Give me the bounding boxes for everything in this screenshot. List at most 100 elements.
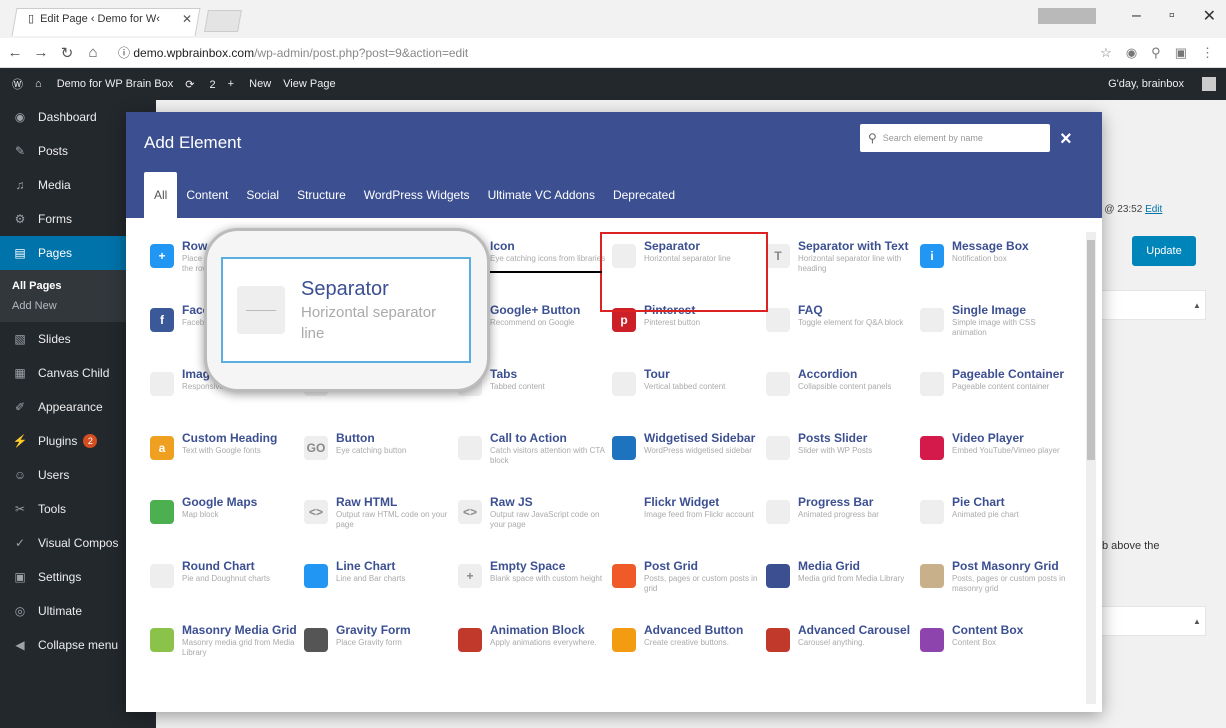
updates-link[interactable]: ⟳ 2 bbox=[185, 78, 215, 91]
element-card[interactable]: Media Grid Media grid from Media Library bbox=[760, 554, 914, 618]
element-card[interactable]: Gravity Form Place Gravity form bbox=[298, 618, 452, 682]
toggle-arrow-icon[interactable]: ▲ bbox=[1193, 617, 1201, 626]
menu-icon[interactable]: ⋮ bbox=[1201, 45, 1214, 61]
element-description: Pinterest button bbox=[644, 318, 701, 327]
camera-icon[interactable]: ◉ bbox=[1126, 45, 1137, 61]
element-card[interactable]: Widgetised Sidebar WordPress widgetised s… bbox=[606, 426, 760, 490]
sidebar-item-label: Plugins bbox=[38, 434, 78, 448]
element-card[interactable]: Post Masonry Grid Posts, pages or custom … bbox=[914, 554, 1068, 618]
minimize-icon[interactable]: – bbox=[1132, 7, 1141, 25]
element-card[interactable]: Line Chart Line and Bar charts bbox=[298, 554, 452, 618]
element-card[interactable]: FAQ Toggle element for Q&A block bbox=[760, 298, 914, 362]
element-icon bbox=[304, 628, 328, 652]
new-tab-button[interactable] bbox=[204, 10, 242, 32]
wordpress-logo-icon[interactable]: Ⓦ bbox=[12, 76, 23, 92]
maximize-icon[interactable]: ▫ bbox=[1169, 7, 1175, 25]
element-search-input[interactable]: ⚲ Search element by name bbox=[860, 124, 1050, 152]
element-description: Tabbed content bbox=[490, 382, 545, 391]
users-icon: ☺ bbox=[13, 468, 27, 482]
reload-icon[interactable]: ↻ bbox=[56, 44, 78, 62]
tab-wordpress-widgets[interactable]: WordPress Widgets bbox=[355, 172, 479, 218]
tab-deprecated[interactable]: Deprecated bbox=[604, 172, 684, 218]
account-menu[interactable]: G'day, brainbox bbox=[1096, 77, 1216, 91]
url-field[interactable]: ⓘ demo.wpbrainbox.com/wp-admin/post.php?… bbox=[118, 44, 1100, 61]
user-profile-badge[interactable] bbox=[1038, 8, 1097, 24]
element-card[interactable]: Accordion Collapsible content panels bbox=[760, 362, 914, 426]
toggle-arrow-icon[interactable]: ▲ bbox=[1193, 301, 1201, 310]
search-icon: ⚲ bbox=[868, 131, 877, 145]
element-card[interactable]: Pie Chart Animated pie chart bbox=[914, 490, 1068, 554]
back-icon[interactable]: ← bbox=[4, 44, 26, 61]
site-name-link[interactable]: ⌂ Demo for WP Brain Box bbox=[35, 78, 173, 90]
tab-content[interactable]: Content bbox=[177, 172, 237, 218]
forward-icon[interactable]: → bbox=[30, 44, 52, 61]
tab-all[interactable]: All bbox=[144, 172, 178, 218]
scrollbar[interactable] bbox=[1086, 232, 1096, 704]
update-button[interactable]: Update bbox=[1132, 236, 1196, 266]
tab-social[interactable]: Social bbox=[237, 172, 288, 218]
element-card[interactable]: Video Player Embed YouTube/Vimeo player bbox=[914, 426, 1068, 490]
element-card[interactable]: Single Image Simple image with CSS animat… bbox=[914, 298, 1068, 362]
sidebar-item-label: Posts bbox=[38, 144, 69, 158]
element-card[interactable]: Call to Action Catch visitors attention w… bbox=[452, 426, 606, 490]
element-card[interactable]: Round Chart Pie and Doughnut charts bbox=[144, 554, 298, 618]
element-card[interactable]: Animation Block Apply animations everywhe… bbox=[452, 618, 606, 682]
element-card[interactable]: Google Maps Map block bbox=[144, 490, 298, 554]
edit-date-link[interactable]: Edit bbox=[1145, 204, 1162, 215]
element-icon bbox=[920, 628, 944, 652]
element-icon: + bbox=[150, 244, 174, 268]
bookmark-star-icon[interactable]: ☆ bbox=[1100, 45, 1112, 61]
element-name: Single Image bbox=[952, 303, 1027, 317]
element-card[interactable]: <> Raw HTML Output raw HTML code on your p… bbox=[298, 490, 452, 554]
element-icon bbox=[150, 500, 174, 524]
element-description: Vertical tabbed content bbox=[644, 382, 726, 391]
url-path: /wp-admin/post.php?post=9&action=edit bbox=[254, 46, 469, 60]
element-card[interactable]: Advanced Button Create creative buttons. bbox=[606, 618, 760, 682]
element-name: Google Maps bbox=[182, 495, 258, 509]
element-card[interactable]: GO Button Eye catching button bbox=[298, 426, 452, 490]
element-icon bbox=[766, 500, 790, 524]
sidebar-item-label: Ultimate bbox=[38, 604, 83, 618]
element-icon bbox=[766, 436, 790, 460]
element-icon bbox=[612, 372, 636, 396]
tab-structure[interactable]: Structure bbox=[288, 172, 355, 218]
element-card[interactable]: a Custom Heading Text with Google fonts bbox=[144, 426, 298, 490]
sidebar-item-label: Collapse menu bbox=[38, 638, 119, 652]
scrollbar-thumb[interactable] bbox=[1087, 240, 1095, 460]
element-description: Line and Bar charts bbox=[336, 574, 406, 583]
element-card[interactable]: <> Raw JS Output raw JavaScript code on yo… bbox=[452, 490, 606, 554]
element-card[interactable]: + Empty Space Blank space with custom heig… bbox=[452, 554, 606, 618]
element-card[interactable]: Flickr Widget Image feed from Flickr acco… bbox=[606, 490, 760, 554]
element-card[interactable]: Masonry Media Grid Masonry media grid fro… bbox=[144, 618, 298, 682]
element-icon bbox=[920, 372, 944, 396]
element-card[interactable]: T Separator with Text Horizontal separator… bbox=[760, 234, 914, 298]
element-name: FAQ bbox=[798, 303, 823, 317]
callout-connector bbox=[490, 271, 602, 273]
extension-icon[interactable]: ▣ bbox=[1175, 45, 1187, 61]
tab-ultimate-vc-addons[interactable]: Ultimate VC Addons bbox=[479, 172, 604, 218]
new-label: New bbox=[249, 78, 272, 90]
element-card[interactable]: Content Box Content Box bbox=[914, 618, 1068, 682]
tab-close-icon[interactable]: ✕ bbox=[182, 12, 192, 26]
home-icon[interactable]: ⌂ bbox=[82, 44, 104, 61]
tools-icon: ✂ bbox=[14, 502, 26, 516]
element-description: Animated pie chart bbox=[952, 510, 1019, 519]
element-description: Posts, pages or custom posts in masonry … bbox=[952, 574, 1066, 593]
close-modal-button[interactable]: × bbox=[1060, 128, 1072, 151]
element-card[interactable]: Pageable Container Pageable content conta… bbox=[914, 362, 1068, 426]
element-card[interactable]: Progress Bar Animated progress bar bbox=[760, 490, 914, 554]
element-card[interactable]: Posts Slider Slider with WP Posts bbox=[760, 426, 914, 490]
view-page-link[interactable]: View Page bbox=[283, 78, 335, 90]
search-placeholder: Search element by name bbox=[882, 133, 983, 143]
element-card[interactable]: Post Grid Posts, pages or custom posts in… bbox=[606, 554, 760, 618]
element-name: Raw JS bbox=[490, 495, 533, 509]
element-card[interactable]: i Message Box Notification box bbox=[914, 234, 1068, 298]
element-card[interactable]: Advanced Carousel Carousel anything. bbox=[760, 618, 914, 682]
element-card[interactable]: Tour Vertical tabbed content bbox=[606, 362, 760, 426]
sidebar-item-label: Pages bbox=[38, 246, 73, 260]
new-content-link[interactable]: + New bbox=[228, 78, 272, 90]
element-description: Text with Google fonts bbox=[182, 446, 261, 455]
close-window-icon[interactable]: ✕ bbox=[1203, 6, 1216, 26]
element-name: Post Masonry Grid bbox=[952, 559, 1059, 573]
search-ext-icon[interactable]: ⚲ bbox=[1151, 45, 1161, 61]
